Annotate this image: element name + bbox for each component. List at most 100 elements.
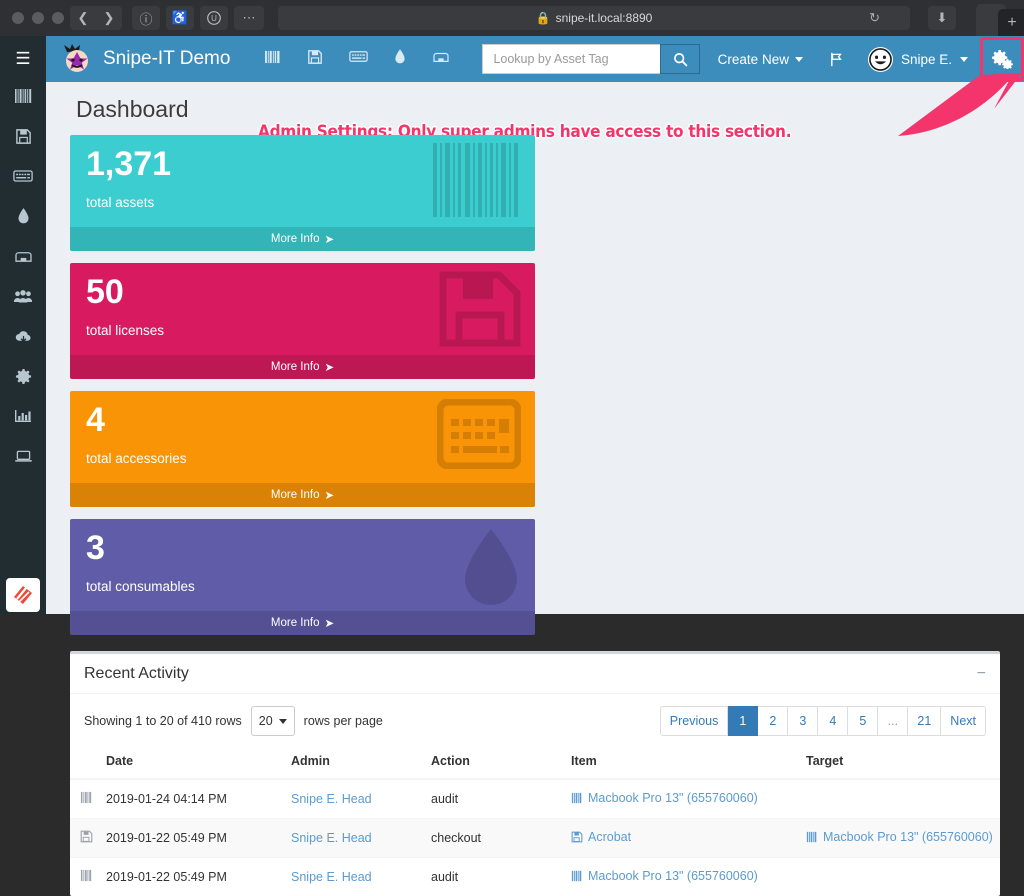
reload-icon[interactable]: ↻ [869, 10, 880, 26]
stat-value: 3 [86, 531, 519, 565]
row-admin[interactable]: Snipe E. Head [285, 858, 425, 896]
table-row[interactable]: 2019-01-22 05:49 PM Snipe E. Head checko… [70, 819, 1000, 858]
keyboard-icon[interactable] [349, 50, 368, 68]
row-date: 2019-01-22 05:49 PM [100, 819, 285, 858]
row-admin-link[interactable]: Snipe E. Head [291, 792, 372, 806]
page-next[interactable]: Next [941, 706, 986, 736]
maximize-window-button[interactable] [52, 12, 64, 24]
search-icon[interactable] [660, 44, 700, 74]
page-2[interactable]: 2 [758, 706, 788, 736]
row-target-link[interactable]: Macbook Pro 13" (655760060) [823, 830, 993, 844]
accessibility-icon[interactable]: ♿ [166, 6, 194, 30]
printer-icon[interactable] [432, 50, 450, 69]
column-item[interactable]: Item [565, 746, 800, 779]
page-21[interactable]: 21 [908, 706, 941, 736]
create-new-dropdown[interactable]: Create New [704, 52, 817, 67]
window-traffic-lights[interactable] [12, 12, 64, 24]
rows-per-page-select[interactable]: 20 [251, 706, 295, 736]
stat-card-assets[interactable]: 1,371 total assets More Info ➤ [70, 135, 535, 251]
stat-card-body: 50 total licenses [70, 263, 535, 355]
row-admin[interactable]: Snipe E. Head [285, 779, 425, 819]
keyboard-icon [437, 399, 521, 469]
row-admin-link[interactable]: Snipe E. Head [291, 831, 372, 845]
barcode-icon[interactable] [264, 50, 281, 69]
sidebar-item-import[interactable] [0, 316, 46, 356]
sidebar-item-reports[interactable] [0, 396, 46, 436]
row-item[interactable]: Macbook Pro 13" (655760060) [565, 779, 800, 819]
sidebar-item-assets[interactable] [0, 76, 46, 116]
minimize-window-button[interactable] [32, 12, 44, 24]
search-input[interactable] [482, 44, 660, 74]
droplet-icon[interactable] [394, 48, 406, 70]
stat-card-accessories[interactable]: 4 total accessories More Info ➤ [70, 391, 535, 507]
sidebar-item-consumables[interactable] [0, 196, 46, 236]
arrow-circle-right-icon: ➤ [324, 360, 334, 374]
more-info-link[interactable]: More Info ➤ [70, 227, 535, 251]
row-admin[interactable]: Snipe E. Head [285, 819, 425, 858]
sidebar-item-accessories[interactable] [0, 156, 46, 196]
column-target[interactable]: Target [800, 746, 1000, 779]
barcode-icon [806, 831, 818, 846]
row-item[interactable]: Macbook Pro 13" (655760060) [565, 858, 800, 896]
forward-chevron-icon[interactable]: ❯ [96, 6, 122, 30]
table-row[interactable]: 2019-01-24 04:14 PM Snipe E. Head audit … [70, 779, 1000, 819]
page-3[interactable]: 3 [788, 706, 818, 736]
droplet-icon [461, 527, 521, 609]
asset-search-form [482, 44, 700, 74]
more-info-link[interactable]: More Info ➤ [70, 483, 535, 507]
app-page: ☰ Snipe-IT Demo [0, 36, 1024, 614]
more-info-link[interactable]: More Info ➤ [70, 355, 535, 379]
page-1[interactable]: 1 [728, 706, 758, 736]
close-window-button[interactable] [12, 12, 24, 24]
gear-icon [15, 368, 32, 385]
row-target[interactable]: Macbook Pro 13" (655760060) [800, 819, 1000, 858]
floppy-disk-icon [15, 128, 32, 145]
download-icon[interactable]: ⬇ [928, 6, 956, 30]
row-item-link[interactable]: Macbook Pro 13" (655760060) [588, 791, 758, 805]
page-5[interactable]: 5 [848, 706, 878, 736]
more-info-link[interactable]: More Info ➤ [70, 611, 535, 635]
minus-icon[interactable]: − [977, 665, 986, 683]
back-chevron-icon[interactable]: ❮ [70, 6, 96, 30]
more-dots-icon[interactable]: ⋯ [234, 6, 264, 30]
sidebar-item-people[interactable] [0, 276, 46, 316]
user-menu-dropdown[interactable]: Snipe E. [856, 47, 980, 72]
chevron-down-icon [279, 719, 287, 724]
row-admin-link[interactable]: Snipe E. Head [291, 870, 372, 884]
row-item-link[interactable]: Acrobat [588, 830, 631, 844]
more-info-label: More Info [271, 233, 320, 245]
sidebar-item-licenses[interactable] [0, 116, 46, 156]
row-item[interactable]: Acrobat [565, 819, 800, 858]
new-tab-button[interactable]: + [998, 9, 1024, 36]
stat-card-licenses[interactable]: 50 total licenses More Info ➤ [70, 263, 535, 379]
page-4[interactable]: 4 [818, 706, 848, 736]
sidebar-item-components[interactable] [0, 236, 46, 276]
column-admin[interactable]: Admin [285, 746, 425, 779]
table-row[interactable]: 2019-01-22 05:49 PM Snipe E. Head audit … [70, 858, 1000, 896]
page-previous[interactable]: Previous [660, 706, 729, 736]
table-body: 2019-01-24 04:14 PM Snipe E. Head audit … [70, 779, 1000, 896]
admin-settings-button[interactable] [980, 36, 1024, 82]
floppy-disk-icon[interactable] [307, 49, 323, 70]
row-item-link[interactable]: Macbook Pro 13" (655760060) [588, 869, 758, 883]
top-navbar: ☰ Snipe-IT Demo [46, 36, 1024, 82]
sidebar-item-requestable[interactable] [0, 436, 46, 476]
user-circle-icon[interactable]: U [200, 6, 228, 30]
more-info-label: More Info [271, 489, 320, 501]
stat-card-consumables[interactable]: 3 total consumables More Info ➤ [70, 519, 535, 635]
table-toolbar: Showing 1 to 20 of 410 rows 20 rows per … [70, 694, 1000, 746]
sidebar-item-settings[interactable] [0, 356, 46, 396]
column-action[interactable]: Action [425, 746, 565, 779]
info-circle-icon[interactable]: ⓘ [132, 6, 160, 30]
barcode-icon [80, 791, 93, 804]
url-bar[interactable]: 🔒 snipe-it.local:8890 ↻ [278, 6, 910, 30]
hamburger-menu-icon[interactable]: ☰ [0, 36, 46, 82]
column-date[interactable]: Date [100, 746, 285, 779]
stat-label: total consumables [86, 579, 519, 594]
rows-per-page-value: 20 [259, 714, 273, 728]
flag-icon[interactable] [817, 52, 856, 67]
snipe-it-app-icon[interactable] [6, 578, 40, 612]
user-name-label: Snipe E. [901, 52, 952, 67]
row-type-icon [70, 819, 100, 858]
brand[interactable]: Snipe-IT Demo [60, 43, 230, 75]
